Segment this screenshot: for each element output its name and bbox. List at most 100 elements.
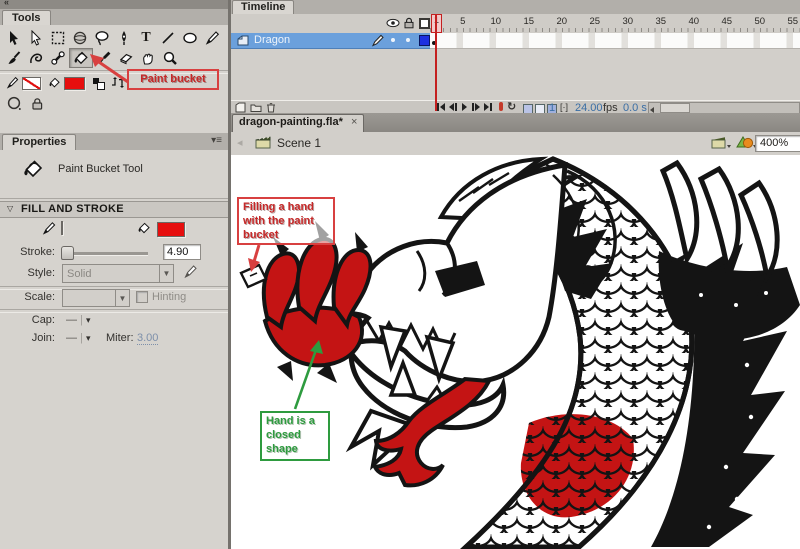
edit-stroke-style-button[interactable] — [183, 264, 198, 282]
bone-tool-icon[interactable] — [47, 49, 69, 67]
zoom-tool-icon[interactable] — [159, 49, 181, 67]
playhead[interactable] — [435, 15, 437, 111]
stroke-value-field[interactable]: 4.90 — [163, 244, 201, 260]
cap-value-icon: — — [66, 314, 77, 326]
document-tab[interactable]: dragon-painting.fla* × — [232, 114, 364, 133]
properties-tab-label: Properties — [12, 136, 66, 148]
section-collapse-icon: ▽ — [7, 204, 13, 213]
fill-and-stroke-header[interactable]: ▽ FILL AND STROKE — [0, 201, 228, 218]
layer-frames-dragon[interactable] — [430, 33, 800, 49]
stroke-color-pencil-icon — [6, 76, 19, 92]
layer-outline-color-swatch[interactable] — [419, 35, 430, 46]
layer-lock-dot[interactable] — [406, 38, 410, 42]
snap-to-objects-icon[interactable] — [7, 96, 22, 114]
layer-row-dragon[interactable]: Dragon — [231, 33, 430, 49]
stage-canvas[interactable]: Filling a hand with the paint bucket Han… — [231, 155, 800, 549]
scrollbar-thumb[interactable] — [660, 103, 690, 113]
subselection-tool-icon[interactable] — [25, 29, 47, 47]
stroke-slider-track[interactable] — [64, 252, 148, 255]
paint-bucket-callout-text: Paint bucket — [140, 73, 205, 85]
modify-markers-button[interactable]: [·] — [560, 102, 568, 112]
style-value: Solid — [63, 268, 159, 280]
frame-ruler[interactable]: 510152025303540455055 — [430, 14, 800, 32]
selection-tool-icon[interactable] — [3, 29, 25, 47]
tools-options-row — [0, 93, 228, 117]
properties-tabstrip: Properties ▾≡ — [0, 133, 228, 151]
ruler-number: 20 — [557, 16, 568, 27]
join-label: Join: — [0, 332, 55, 344]
properties-panel: Paint Bucket Tool ▽ FILL AND STROKE Stro… — [0, 150, 228, 549]
fill-color-bucket-icon — [48, 76, 61, 92]
ruler-number: 25 — [590, 16, 601, 27]
section-title: FILL AND STROKE — [21, 203, 124, 215]
goto-last-frame-button[interactable] — [484, 103, 492, 111]
oval-tool-icon[interactable] — [179, 29, 201, 47]
ruler-number: 35 — [656, 16, 667, 27]
zoom-level-field[interactable]: 400% — [755, 135, 800, 152]
outline-layers-icon[interactable] — [419, 18, 430, 29]
step-forward-button[interactable] — [472, 103, 480, 111]
stroke-color-swatch[interactable] — [22, 77, 41, 90]
layer-name: Dragon — [254, 34, 290, 46]
miter-value[interactable]: 3.00 — [137, 332, 158, 345]
edit-scene-button[interactable] — [711, 136, 731, 153]
layer-type-icon — [237, 35, 249, 49]
scale-dropdown[interactable]: ▼ — [62, 289, 130, 307]
cap-label: Cap: — [0, 314, 55, 326]
properties-tool-name: Paint Bucket Tool — [58, 163, 143, 175]
props-fill-color-swatch[interactable] — [157, 222, 185, 237]
zoom-level-value: 400% — [760, 137, 788, 149]
ruler-number: 45 — [722, 16, 733, 27]
style-dropdown[interactable]: Solid ▼ — [62, 264, 174, 283]
document-close-icon[interactable]: × — [351, 116, 357, 128]
show-hide-layers-icon[interactable] — [386, 18, 400, 31]
style-dropdown-arrow-icon: ▼ — [159, 265, 173, 282]
pen-tool-icon[interactable] — [113, 29, 135, 47]
scene-icon — [255, 136, 271, 152]
join-dropdown[interactable]: — | ▾ — [66, 332, 91, 344]
ruler-number: 15 — [524, 16, 535, 27]
free-transform-tool-icon[interactable] — [47, 29, 69, 47]
lasso-tool-icon[interactable] — [91, 29, 113, 47]
document-tab-bar: dragon-painting.fla* × — [231, 113, 800, 133]
stroke-value: 4.90 — [167, 246, 188, 258]
props-stroke-color-swatch[interactable] — [61, 221, 63, 235]
lock-icon[interactable] — [30, 97, 45, 114]
pencil-tool-icon[interactable] — [201, 29, 223, 47]
hinting-label: Hinting — [152, 291, 186, 303]
tab-tools[interactable]: Tools — [2, 10, 51, 26]
panel-menu-icon[interactable]: ▾≡ — [211, 135, 222, 146]
collapse-panel-icon[interactable]: « — [4, 0, 9, 7]
stroke-slider-thumb[interactable] — [61, 246, 74, 260]
properties-tool-icon — [22, 158, 44, 183]
play-button[interactable] — [462, 103, 467, 111]
paint-bucket-callout-arrow — [82, 50, 132, 88]
brush-tool-icon[interactable] — [3, 49, 25, 67]
loop-playback-button[interactable]: ↻ — [507, 100, 516, 113]
back-button[interactable]: ◂ — [237, 136, 243, 149]
tab-properties[interactable]: Properties — [2, 134, 76, 150]
3d-rotation-tool-icon[interactable] — [69, 29, 91, 47]
scene-name[interactable]: Scene 1 — [277, 136, 321, 150]
layer-visible-dot[interactable] — [391, 38, 395, 42]
line-tool-icon[interactable] — [157, 29, 179, 47]
step-back-button[interactable] — [449, 103, 457, 111]
edit-symbols-button[interactable] — [735, 135, 757, 153]
closed-shape-callout: Hand is a closed shape — [260, 411, 330, 461]
miter-label: Miter: — [106, 332, 134, 344]
tab-timeline[interactable]: Timeline — [232, 0, 294, 14]
onion-marker-icon — [499, 102, 503, 111]
props-stroke-pencil-icon — [42, 221, 56, 238]
tools-tabstrip: Tools — [0, 9, 228, 26]
text-tool-icon[interactable]: T — [135, 29, 157, 47]
goto-first-frame-button[interactable] — [437, 103, 445, 111]
ruler-number: 50 — [755, 16, 766, 27]
lock-layers-icon[interactable] — [403, 17, 415, 32]
cap-dropdown[interactable]: — | ▾ — [66, 314, 91, 326]
layer-edit-pencil-icon — [371, 34, 384, 50]
deco-tool-icon[interactable] — [25, 49, 47, 67]
scale-label: Scale: — [0, 291, 55, 303]
props-fill-bucket-icon — [137, 221, 151, 238]
hand-tool-icon[interactable] — [137, 49, 159, 67]
hinting-checkbox[interactable] — [136, 291, 148, 303]
